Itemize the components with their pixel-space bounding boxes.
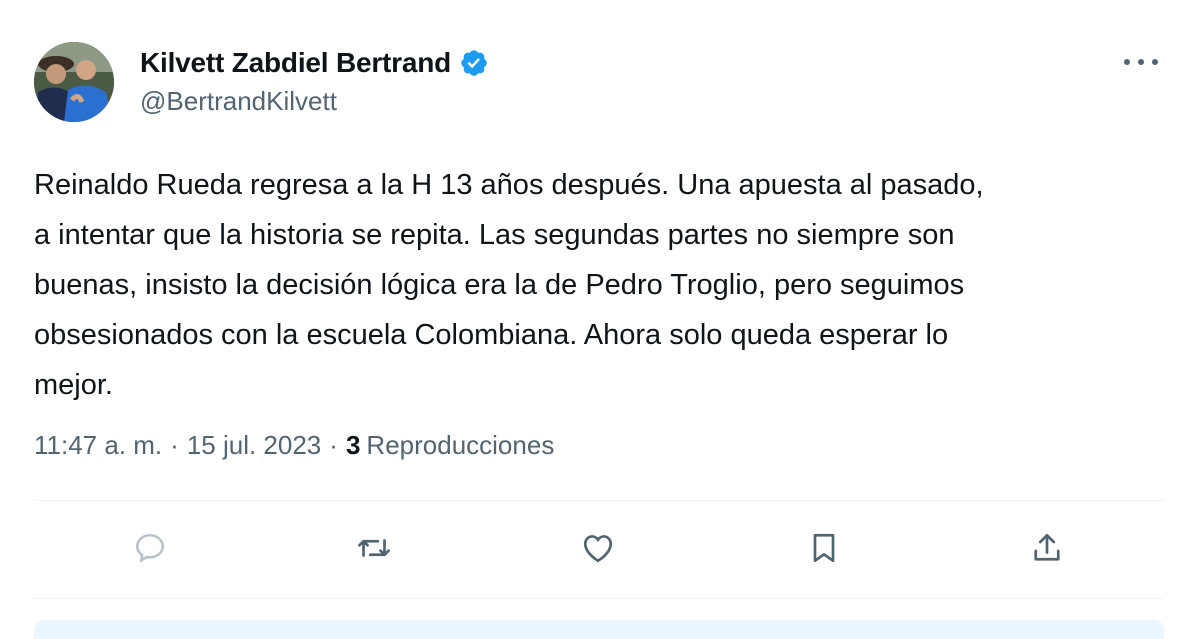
heart-icon bbox=[580, 530, 616, 571]
action-bar bbox=[0, 522, 1200, 578]
divider bbox=[34, 598, 1164, 599]
retweet-button[interactable] bbox=[352, 528, 396, 572]
tweet-card[interactable]: Kilvett Zabdiel Bertrand @BertrandKilvet… bbox=[0, 0, 1200, 639]
reply-button[interactable] bbox=[128, 528, 172, 572]
views-label[interactable]: Reproducciones bbox=[366, 430, 554, 461]
bookmark-button[interactable] bbox=[802, 528, 846, 572]
tweet-metadata: 11:47 a. m. · 15 jul. 2023 · 3 Reproducc… bbox=[34, 430, 554, 461]
share-button[interactable] bbox=[1025, 528, 1069, 572]
author-name-row: Kilvett Zabdiel Bertrand bbox=[140, 46, 489, 80]
reply-icon bbox=[132, 530, 168, 571]
bookmark-icon bbox=[806, 530, 842, 571]
separator: · bbox=[329, 430, 338, 460]
retweet-icon bbox=[356, 530, 392, 571]
author-handle[interactable]: @BertrandKilvett bbox=[140, 86, 337, 117]
avatar[interactable] bbox=[34, 42, 114, 122]
more-options-icon[interactable] bbox=[1124, 50, 1158, 74]
author-name[interactable]: Kilvett Zabdiel Bertrand bbox=[140, 47, 451, 79]
verified-badge-icon bbox=[459, 48, 489, 78]
views-count[interactable]: 3 bbox=[346, 430, 360, 461]
divider bbox=[34, 500, 1164, 501]
footer-panel bbox=[34, 620, 1164, 639]
tweet-time[interactable]: 11:47 a. m. bbox=[34, 430, 162, 461]
separator: · bbox=[170, 430, 179, 460]
tweet-text: Reinaldo Rueda regresa a la H 13 años de… bbox=[34, 169, 984, 401]
share-icon bbox=[1029, 530, 1065, 571]
tweet-date[interactable]: 15 jul. 2023 bbox=[187, 430, 321, 461]
like-button[interactable] bbox=[576, 528, 620, 572]
